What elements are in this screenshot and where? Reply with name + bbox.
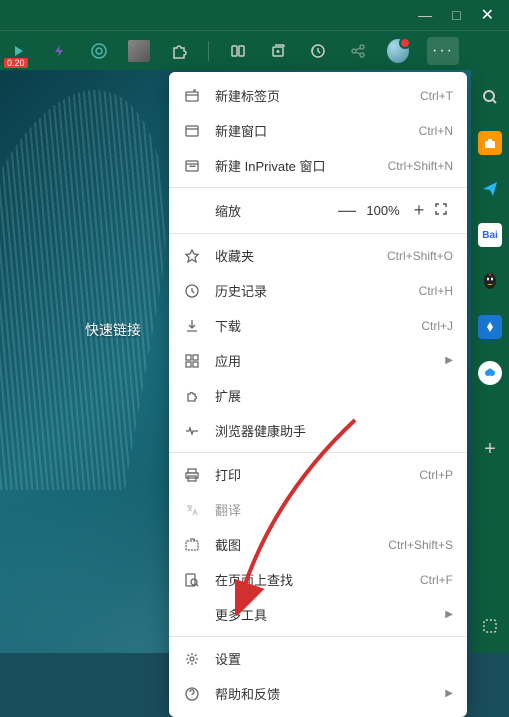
play-icon[interactable]: 0.20 (8, 40, 30, 62)
profile-icon[interactable] (387, 40, 409, 62)
more-button[interactable]: ··· (427, 37, 459, 65)
menu-label: 下载 (215, 316, 421, 335)
menu-label: 应用 (215, 351, 437, 370)
sidebar-add-icon[interactable]: + (478, 437, 502, 461)
inprivate-icon (183, 157, 201, 175)
menu-shortcut: Ctrl+F (420, 573, 453, 587)
health-icon (183, 422, 201, 440)
menu-shortcut: Ctrl+J (421, 319, 453, 333)
zoom-value: 100% (361, 203, 405, 218)
quick-links-label: 快速链接 (85, 320, 141, 340)
gear-icon (183, 650, 201, 668)
menu-translate[interactable]: 翻译 (169, 492, 467, 527)
menu-label: 新建窗口 (215, 121, 419, 140)
menu-divider (169, 636, 467, 637)
share-icon[interactable] (347, 40, 369, 62)
sidebar-baidu-icon[interactable]: Bai (478, 223, 502, 247)
puzzle-icon[interactable] (168, 40, 190, 62)
menu-new-inprivate[interactable]: 新建 InPrivate 窗口 Ctrl+Shift+N (169, 148, 467, 183)
star-icon (183, 247, 201, 265)
bolt-icon[interactable] (48, 40, 70, 62)
translate-icon (183, 501, 201, 519)
menu-downloads[interactable]: 下载 Ctrl+J (169, 308, 467, 343)
menu-label: 历史记录 (215, 281, 419, 300)
menu-label: 设置 (215, 649, 453, 668)
history-icon (183, 282, 201, 300)
submenu-arrow-icon: ▶ (445, 355, 453, 366)
menu-shortcut: Ctrl+Shift+S (388, 538, 453, 552)
menu-help[interactable]: 帮助和反馈 ▶ (169, 676, 467, 711)
download-icon (183, 317, 201, 335)
zoom-in-button[interactable]: + (405, 200, 433, 221)
menu-label: 浏览器健康助手 (215, 421, 453, 440)
sidebar-qq-icon[interactable] (478, 269, 502, 293)
main-menu: 新建标签页 Ctrl+T 新建窗口 Ctrl+N 新建 InPrivate 窗口… (169, 72, 467, 717)
zoom-out-button[interactable]: — (333, 200, 361, 221)
menu-find[interactable]: 在页面上查找 Ctrl+F (169, 562, 467, 597)
new-tab-icon (183, 87, 201, 105)
menu-label: 新建标签页 (215, 86, 420, 105)
menu-label: 翻译 (215, 500, 453, 519)
zoom-label: 缩放 (215, 201, 333, 220)
menu-label: 在页面上查找 (215, 570, 420, 589)
collections-icon[interactable] (267, 40, 289, 62)
menu-new-window[interactable]: 新建窗口 Ctrl+N (169, 113, 467, 148)
menu-label: 截图 (215, 535, 388, 554)
menu-divider (169, 233, 467, 234)
window-titlebar: — □ ✕ (0, 0, 509, 30)
menu-divider (169, 187, 467, 188)
menu-shortcut: Ctrl+P (419, 468, 453, 482)
maximize-button[interactable]: □ (452, 7, 460, 23)
find-icon (183, 571, 201, 589)
help-icon (183, 685, 201, 703)
menu-more-tools[interactable]: 更多工具 ▶ (169, 597, 467, 632)
play-badge: 0.20 (4, 58, 28, 68)
browser-toolbar: 0.20 ··· (0, 30, 509, 70)
sidebar-cloud-icon[interactable] (478, 361, 502, 385)
close-button[interactable]: ✕ (481, 5, 494, 25)
submenu-arrow-icon: ▶ (445, 688, 453, 699)
menu-apps[interactable]: 应用 ▶ (169, 343, 467, 378)
spiral-icon[interactable] (88, 40, 110, 62)
menu-history[interactable]: 历史记录 Ctrl+H (169, 273, 467, 308)
menu-print[interactable]: 打印 Ctrl+P (169, 457, 467, 492)
menu-label: 扩展 (215, 386, 453, 405)
menu-shortcut: Ctrl+T (420, 89, 453, 103)
menu-screenshot[interactable]: 截图 Ctrl+Shift+S (169, 527, 467, 562)
menu-extensions[interactable]: 扩展 (169, 378, 467, 413)
menu-zoom: 缩放 — 100% + (169, 192, 467, 229)
sidebar-briefcase-icon[interactable] (478, 131, 502, 155)
menu-shortcut: Ctrl+H (419, 284, 453, 298)
fullscreen-icon[interactable] (433, 201, 453, 220)
menu-label: 更多工具 (215, 605, 437, 624)
avatar-icon[interactable] (128, 40, 150, 62)
menu-new-tab[interactable]: 新建标签页 Ctrl+T (169, 78, 467, 113)
new-window-icon (183, 122, 201, 140)
menu-label: 帮助和反馈 (215, 684, 437, 703)
menu-label: 打印 (215, 465, 419, 484)
right-sidebar: Bai + (471, 70, 509, 653)
sidebar-app-icon[interactable] (478, 315, 502, 339)
toolbar-separator (208, 41, 209, 61)
sidebar-search-icon[interactable] (478, 85, 502, 109)
menu-settings[interactable]: 设置 (169, 641, 467, 676)
extensions-icon (183, 387, 201, 405)
sidebar-send-icon[interactable] (478, 177, 502, 201)
screenshot-icon (183, 536, 201, 554)
menu-label: 新建 InPrivate 窗口 (215, 156, 388, 175)
print-icon (183, 466, 201, 484)
menu-shortcut: Ctrl+Shift+N (388, 159, 453, 173)
history-icon[interactable] (307, 40, 329, 62)
menu-shortcut: Ctrl+Shift+O (387, 249, 453, 263)
menu-label: 收藏夹 (215, 246, 387, 265)
minimize-button[interactable]: — (418, 7, 432, 23)
menu-favorites[interactable]: 收藏夹 Ctrl+Shift+O (169, 238, 467, 273)
submenu-arrow-icon: ▶ (445, 609, 453, 620)
menu-divider (169, 452, 467, 453)
split-icon[interactable] (227, 40, 249, 62)
menu-health[interactable]: 浏览器健康助手 (169, 413, 467, 448)
sidebar-expand-icon[interactable] (478, 614, 502, 638)
apps-icon (183, 352, 201, 370)
menu-shortcut: Ctrl+N (419, 124, 453, 138)
